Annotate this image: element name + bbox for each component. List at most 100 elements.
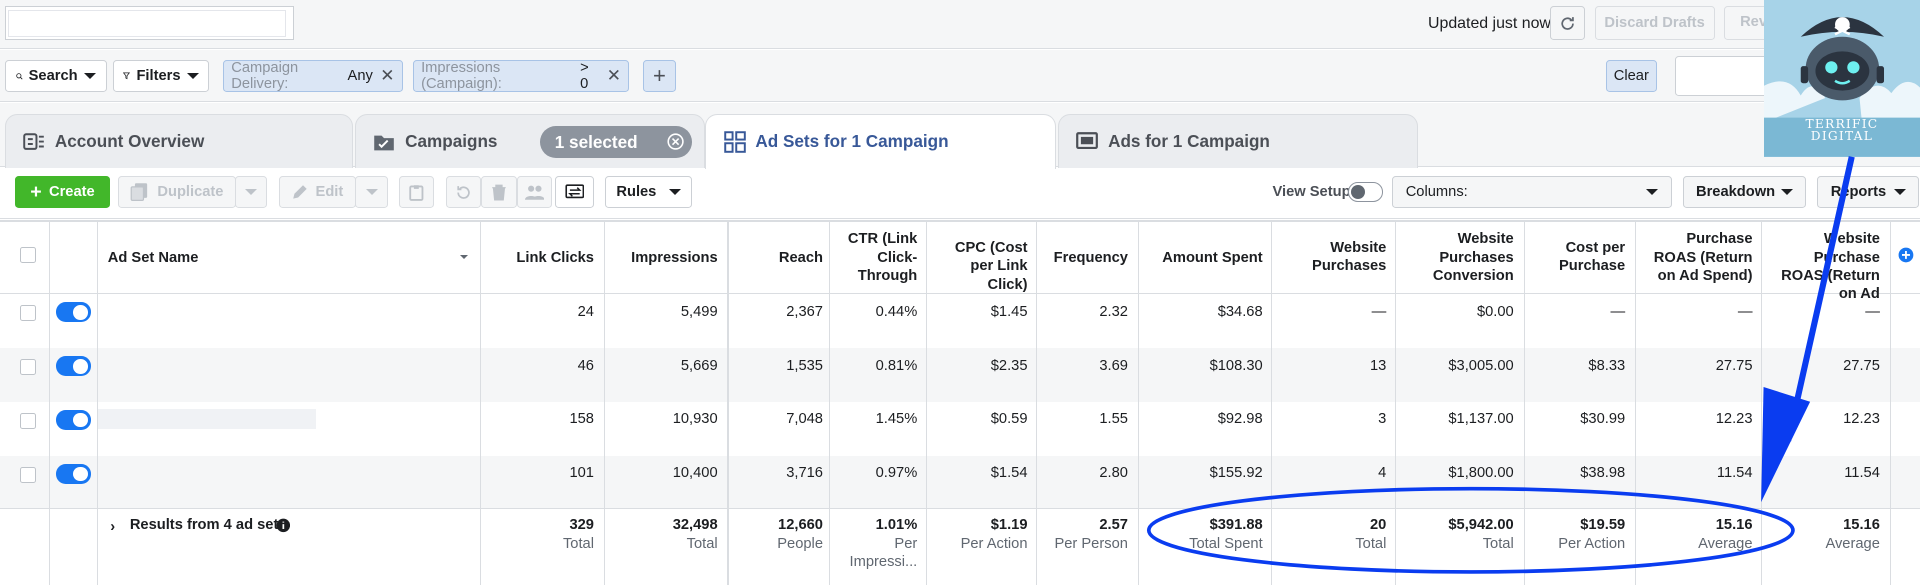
ad-set-toggle[interactable]: [56, 302, 91, 323]
filters-label: Filters: [136, 67, 181, 84]
column-header-conversion[interactable]: Website Purchases Conversion: [1421, 230, 1514, 285]
close-circle-icon[interactable]: [667, 133, 684, 151]
cell-frequency: 2.80: [1099, 465, 1128, 482]
reports-dropdown[interactable]: Reports: [1817, 176, 1920, 209]
cell-reach: 7,048: [786, 411, 823, 428]
badge-line1: TERRIFIC: [1805, 116, 1879, 131]
campaign-delivery-filter-chip[interactable]: Campaign Delivery: Any ✕: [222, 60, 403, 92]
total-value: 32,498: [672, 516, 718, 533]
duplicate-dropdown[interactable]: [235, 176, 267, 209]
sort-icon[interactable]: [460, 254, 469, 260]
view-setup-toggle[interactable]: [1348, 182, 1383, 203]
refresh-button[interactable]: [1550, 6, 1585, 41]
cell-link-clicks: 46: [577, 357, 594, 374]
ad-set-name-placeholder[interactable]: [97, 409, 316, 429]
impressions-filter-chip[interactable]: Impressions (Campaign): > 0 ✕: [412, 60, 630, 92]
plus-icon: +: [653, 62, 666, 88]
column-header-reach[interactable]: Reach: [735, 249, 823, 267]
cell-link-clicks: 101: [569, 465, 594, 482]
ad-set-toggle[interactable]: [56, 410, 91, 430]
column-header-name[interactable]: Ad Set Name: [108, 249, 199, 267]
delete-button[interactable]: [481, 176, 517, 209]
chevron-down-icon: [1893, 189, 1906, 196]
grid-icon: [723, 131, 746, 153]
table-row[interactable]: [0, 293, 1920, 348]
view-setup-label: View Setup: [1272, 183, 1351, 200]
chevron-down-icon: [186, 72, 199, 79]
search-icon: [15, 72, 23, 80]
ad-set-toggle[interactable]: [56, 464, 91, 484]
column-header-cost-per-purchase[interactable]: Cost per Purchase: [1537, 239, 1625, 276]
rules-label: Rules: [616, 184, 657, 201]
columns-dropdown[interactable]: Columns:: [1392, 176, 1672, 209]
audience-button[interactable]: [516, 176, 553, 209]
close-icon[interactable]: ✕: [380, 65, 394, 86]
column-header-website-purchases[interactable]: Website Purchases: [1298, 239, 1386, 276]
column-header-frequency[interactable]: Frequency: [1043, 249, 1128, 267]
info-icon[interactable]: [276, 518, 291, 533]
undo-button[interactable]: [445, 176, 482, 209]
refresh-icon: [1561, 16, 1574, 30]
cell-conversion: $0.00: [1476, 303, 1514, 320]
total-value: $5,942.00: [1448, 516, 1514, 533]
total-conversion: $5,942.00 Total: [1404, 516, 1514, 554]
cell-frequency: 2.32: [1099, 303, 1128, 320]
duplicate-button[interactable]: Duplicate: [117, 176, 237, 209]
table-row[interactable]: [0, 455, 1920, 510]
add-column-icon[interactable]: [1898, 247, 1914, 263]
column-header-website-roas[interactable]: Website Purchase ROAS (Return on Ad: [1768, 230, 1880, 304]
cell-conversion: $3,005.00: [1448, 357, 1514, 374]
chevron-down-icon: [83, 72, 96, 79]
table-row[interactable]: [0, 347, 1920, 402]
undo-icon: [457, 185, 470, 199]
total-value: 12,660: [778, 516, 823, 533]
column-header-cpc[interactable]: CPC (Cost per Link Click): [933, 239, 1028, 294]
cell-website-purchases: 3: [1378, 411, 1387, 428]
filters-button[interactable]: Filters: [112, 60, 210, 92]
column-header-link-clicks[interactable]: Link Clicks: [490, 249, 594, 267]
total-impressions: 32,498 Total: [612, 516, 718, 554]
cell-frequency: 1.55: [1099, 411, 1128, 428]
row-checkbox[interactable]: [19, 412, 36, 429]
create-button[interactable]: + Create: [14, 176, 111, 209]
search-button[interactable]: Search: [4, 60, 107, 92]
column-header-impressions[interactable]: Impressions: [612, 249, 718, 267]
tab-label: Ads for 1 Campaign: [1108, 130, 1270, 151]
cell-cost-per-purchase: $8.33: [1588, 357, 1626, 374]
select-all-checkbox[interactable]: [19, 247, 36, 264]
close-icon[interactable]: ✕: [607, 65, 621, 86]
row-checkbox[interactable]: [19, 304, 36, 321]
column-header-roas[interactable]: Purchase ROAS (Return on Ad Spend): [1642, 230, 1753, 285]
compare-button[interactable]: [554, 176, 594, 209]
total-cpc: $1.19 Per Action: [933, 517, 1028, 554]
column-header-amount-spent[interactable]: Amount Spent: [1145, 249, 1262, 267]
breakdown-dropdown[interactable]: Breakdown: [1682, 176, 1807, 209]
edit-dropdown[interactable]: [355, 176, 389, 209]
selected-count: 1 selected: [554, 131, 638, 152]
updated-status: Updated just now: [1428, 14, 1551, 32]
cell-amount-spent: $108.30: [1209, 357, 1263, 374]
tab-label: Account Overview: [54, 130, 205, 151]
expand-chevron-icon[interactable]: ›: [110, 519, 115, 535]
clear-filters-button[interactable]: Clear: [1605, 60, 1657, 92]
tab-account-overview[interactable]: Account Overview: [4, 113, 353, 168]
selected-pill[interactable]: 1 selected: [540, 126, 692, 158]
tab-ads[interactable]: Ads for 1 Campaign: [1058, 113, 1419, 168]
total-value: 20: [1370, 516, 1387, 533]
clipboard-button[interactable]: [399, 176, 434, 209]
campaign-name-field[interactable]: [4, 6, 294, 41]
discard-drafts-button[interactable]: Discard Drafts: [1594, 6, 1715, 41]
total-sublabel: People: [777, 536, 823, 553]
edit-button[interactable]: Edit: [279, 176, 357, 209]
column-header-ctr[interactable]: CTR (Link Click-Through: [838, 230, 917, 285]
tab-ad-sets[interactable]: Ad Sets for 1 Campaign: [705, 113, 1056, 169]
cell-website-purchases: 13: [1370, 357, 1387, 374]
add-filter-button[interactable]: +: [642, 60, 677, 92]
ad-set-toggle[interactable]: [56, 356, 91, 376]
row-checkbox[interactable]: [19, 466, 36, 483]
tab-label: Campaigns: [405, 130, 498, 151]
row-checkbox[interactable]: [19, 358, 36, 375]
edit-label: Edit: [315, 184, 344, 201]
cell-cpc: $0.59: [990, 411, 1028, 428]
rules-dropdown[interactable]: Rules: [605, 176, 692, 209]
